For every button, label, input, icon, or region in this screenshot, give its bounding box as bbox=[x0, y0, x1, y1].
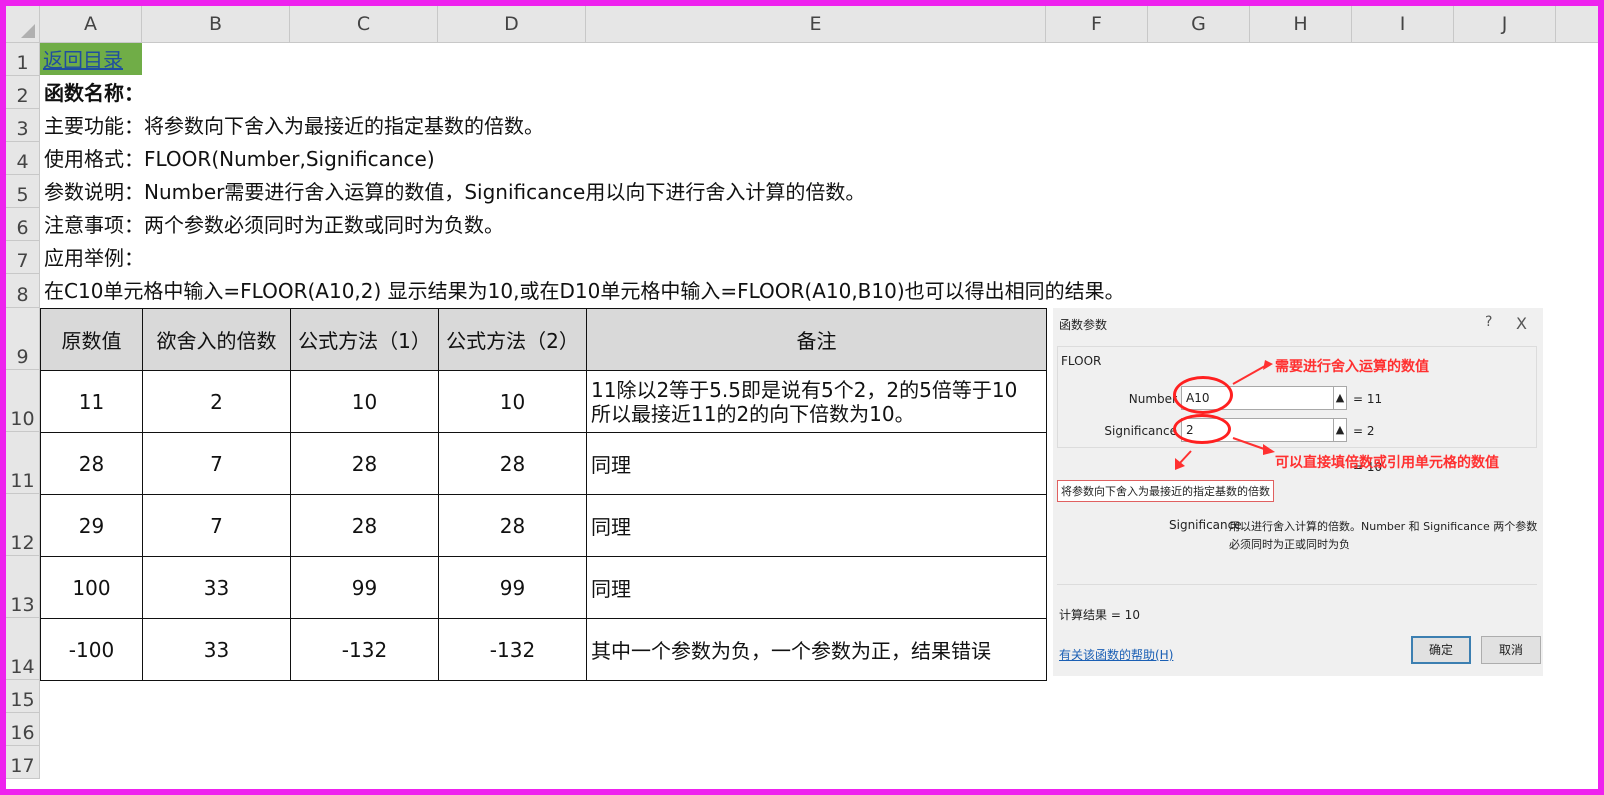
column-header-f[interactable]: F bbox=[1046, 6, 1148, 43]
note-line-2: 所以最接近11的2的向下倍数为10。 bbox=[591, 401, 915, 426]
header-multiple[interactable]: 欲舍入的倍数 bbox=[142, 308, 291, 371]
function-arguments-dialog: 函数参数 ? X FLOOR Number A10 ▲ = 11 Signifi… bbox=[1053, 308, 1543, 676]
row-header-4[interactable]: 4 bbox=[6, 142, 40, 175]
column-header-a[interactable]: A bbox=[40, 6, 142, 43]
row-header-10[interactable]: 10 bbox=[6, 370, 40, 432]
column-header-e[interactable]: E bbox=[586, 6, 1046, 43]
table-row: 28 7 28 28 同理 bbox=[40, 432, 1047, 495]
column-header-d[interactable]: D bbox=[438, 6, 586, 43]
annotation-number-text: 需要进行舍入运算的数值 bbox=[1275, 359, 1429, 375]
table-note-cell[interactable]: 11除以2等于5.5即是说有5个2，2的5倍等于10 所以最接近11的2的向下倍… bbox=[586, 370, 1047, 433]
table-note-cell[interactable]: 其中一个参数为负，一个参数为正，结果错误 bbox=[586, 618, 1047, 681]
table-row: 29 7 28 28 同理 bbox=[40, 494, 1047, 557]
note-line-1: 11除以2等于5.5即是说有5个2，2的5倍等于10 bbox=[591, 377, 1018, 402]
column-header-i[interactable]: I bbox=[1352, 6, 1454, 43]
row-header-11[interactable]: 11 bbox=[6, 432, 40, 494]
notes-line: 注意事项：两个参数必须同时为正数或同时为负数。 bbox=[44, 213, 504, 237]
function-name-line: 函数名称： bbox=[44, 81, 144, 105]
back-to-contents-link[interactable]: 返回目录 bbox=[40, 48, 123, 72]
column-header-j[interactable]: J bbox=[1454, 6, 1556, 43]
row-header-5[interactable]: 5 bbox=[6, 175, 40, 208]
annotation-arrow-2 bbox=[1232, 437, 1268, 451]
header-notes[interactable]: 备注 bbox=[586, 308, 1047, 371]
main-function-line: 主要功能：将参数向下舍入为最接近的指定基数的倍数。 bbox=[44, 114, 544, 138]
table-cell[interactable]: 2 bbox=[142, 370, 291, 433]
table-note-cell[interactable]: 同理 bbox=[586, 494, 1047, 557]
row-header-15[interactable]: 15 bbox=[6, 680, 40, 713]
table-cell[interactable]: 10 bbox=[290, 370, 439, 433]
table-cell[interactable]: 28 bbox=[290, 432, 439, 495]
table-cell[interactable]: 100 bbox=[40, 556, 143, 619]
row-header-14[interactable]: 14 bbox=[6, 618, 40, 680]
example-table: 原数值 欲舍入的倍数 公式方法（1） 公式方法（2） 备注 11 2 10 10… bbox=[40, 308, 1047, 681]
table-cell[interactable]: 7 bbox=[142, 432, 291, 495]
table-cell[interactable]: 29 bbox=[40, 494, 143, 557]
table-cell[interactable]: 11 bbox=[40, 370, 143, 433]
example-label-line: 应用举例： bbox=[44, 246, 144, 270]
table-cell[interactable]: -100 bbox=[40, 618, 143, 681]
table-cell[interactable]: -132 bbox=[438, 618, 587, 681]
annotation-arrowhead-2 bbox=[1263, 444, 1275, 455]
table-cell[interactable]: 10 bbox=[438, 370, 587, 433]
table-row: -100 33 -132 -132 其中一个参数为负，一个参数为正，结果错误 bbox=[40, 618, 1047, 681]
table-cell[interactable]: 28 bbox=[290, 494, 439, 557]
row-header-17[interactable]: 17 bbox=[6, 746, 40, 779]
cell-a1[interactable]: 返回目录 bbox=[40, 43, 142, 75]
row-header-12[interactable]: 12 bbox=[6, 494, 40, 556]
table-cell[interactable]: 33 bbox=[142, 618, 291, 681]
annotation-significance-text: 可以直接填倍数或引用单元格的数值 bbox=[1275, 455, 1499, 471]
table-cell[interactable]: 7 bbox=[142, 494, 291, 557]
column-header-h[interactable]: H bbox=[1250, 6, 1352, 43]
parameter-description-line: 参数说明：Number需要进行舍入运算的数值，Significance用以向下进… bbox=[44, 180, 866, 204]
row-header-16[interactable]: 16 bbox=[6, 713, 40, 746]
table-cell[interactable]: 99 bbox=[290, 556, 439, 619]
column-header-b[interactable]: B bbox=[142, 6, 290, 43]
table-cell[interactable]: -132 bbox=[290, 618, 439, 681]
row-header-2[interactable]: 2 bbox=[6, 76, 40, 109]
table-header-row: 原数值 欲舍入的倍数 公式方法（1） 公式方法（2） 备注 bbox=[40, 308, 1047, 371]
table-cell[interactable]: 28 bbox=[438, 432, 587, 495]
table-cell[interactable]: 28 bbox=[40, 432, 143, 495]
spreadsheet-frame: A B C D E F G H I J 1 2 3 4 5 6 7 8 9 10… bbox=[0, 0, 1604, 795]
annotation-arrow-1 bbox=[1232, 365, 1266, 385]
table-row: 100 33 99 99 同理 bbox=[40, 556, 1047, 619]
example-description-line: 在C10单元格中输入=FLOOR(A10,2) 显示结果为10,或在D10单元格… bbox=[44, 279, 1125, 303]
header-formula-method-2[interactable]: 公式方法（2） bbox=[438, 308, 587, 371]
table-row: 11 2 10 10 11除以2等于5.5即是说有5个2，2的5倍等于10 所以… bbox=[40, 370, 1047, 433]
annotation-arrow-3 bbox=[1178, 450, 1192, 465]
row-header-9[interactable]: 9 bbox=[6, 308, 40, 370]
table-note-cell[interactable]: 同理 bbox=[586, 432, 1047, 495]
table-cell[interactable]: 99 bbox=[438, 556, 587, 619]
table-cell[interactable]: 28 bbox=[438, 494, 587, 557]
usage-format-line: 使用格式：FLOOR(Number,Significance) bbox=[44, 147, 435, 171]
select-all-corner[interactable] bbox=[6, 6, 40, 43]
row-header-3[interactable]: 3 bbox=[6, 109, 40, 142]
header-formula-method-1[interactable]: 公式方法（1） bbox=[290, 308, 439, 371]
column-header-extra[interactable] bbox=[1556, 6, 1598, 43]
header-original-value[interactable]: 原数值 bbox=[40, 308, 143, 371]
row-header-13[interactable]: 13 bbox=[6, 556, 40, 618]
row-header-6[interactable]: 6 bbox=[6, 208, 40, 241]
column-header-c[interactable]: C bbox=[290, 6, 438, 43]
annotation-arrowhead-1 bbox=[1263, 360, 1273, 370]
select-all-triangle-icon bbox=[21, 24, 35, 38]
row-header-8[interactable]: 8 bbox=[6, 274, 40, 308]
row-header-7[interactable]: 7 bbox=[6, 241, 40, 274]
row-header-1[interactable]: 1 bbox=[6, 43, 40, 76]
table-note-cell[interactable]: 同理 bbox=[586, 556, 1047, 619]
column-header-g[interactable]: G bbox=[1148, 6, 1250, 43]
table-cell[interactable]: 33 bbox=[142, 556, 291, 619]
